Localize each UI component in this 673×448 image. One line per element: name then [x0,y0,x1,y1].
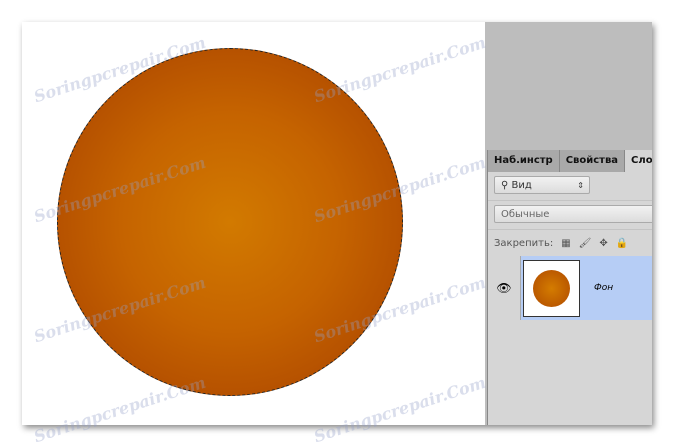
orange-circle-selection[interactable] [57,48,403,396]
updown-icon: ⇕ [577,181,584,190]
brush-icon[interactable]: 🖌 [579,238,592,249]
lock-icon[interactable]: 🔒 [616,238,628,249]
blend-mode-select[interactable]: Обычные [494,205,652,223]
lock-label: Закрепить: [494,238,554,249]
photoshop-window: Наб.инстр Свойства Слои ⚲ Вид ⇕ Обычные З… [22,22,652,425]
filter-label: Вид [511,180,532,191]
layer-row[interactable]: 👁 Фон [488,256,652,320]
tab-layers[interactable]: Слои [625,150,652,172]
layers-panel: Наб.инстр Свойства Слои ⚲ Вид ⇕ Обычные З… [487,150,652,425]
layer-name: Фон [594,283,614,293]
tab-tool-presets[interactable]: Наб.инстр [488,150,560,172]
layer-thumbnail [523,259,580,317]
eye-icon[interactable]: 👁 [488,256,521,320]
move-icon[interactable]: ✥ [599,238,607,249]
tab-properties[interactable]: Свойства [560,150,626,172]
lock-transparent-icon[interactable]: ▦ [561,238,570,249]
search-icon: ⚲ [501,180,512,191]
document-canvas[interactable] [22,22,485,425]
layer-filter-select[interactable]: ⚲ Вид ⇕ [494,176,590,194]
